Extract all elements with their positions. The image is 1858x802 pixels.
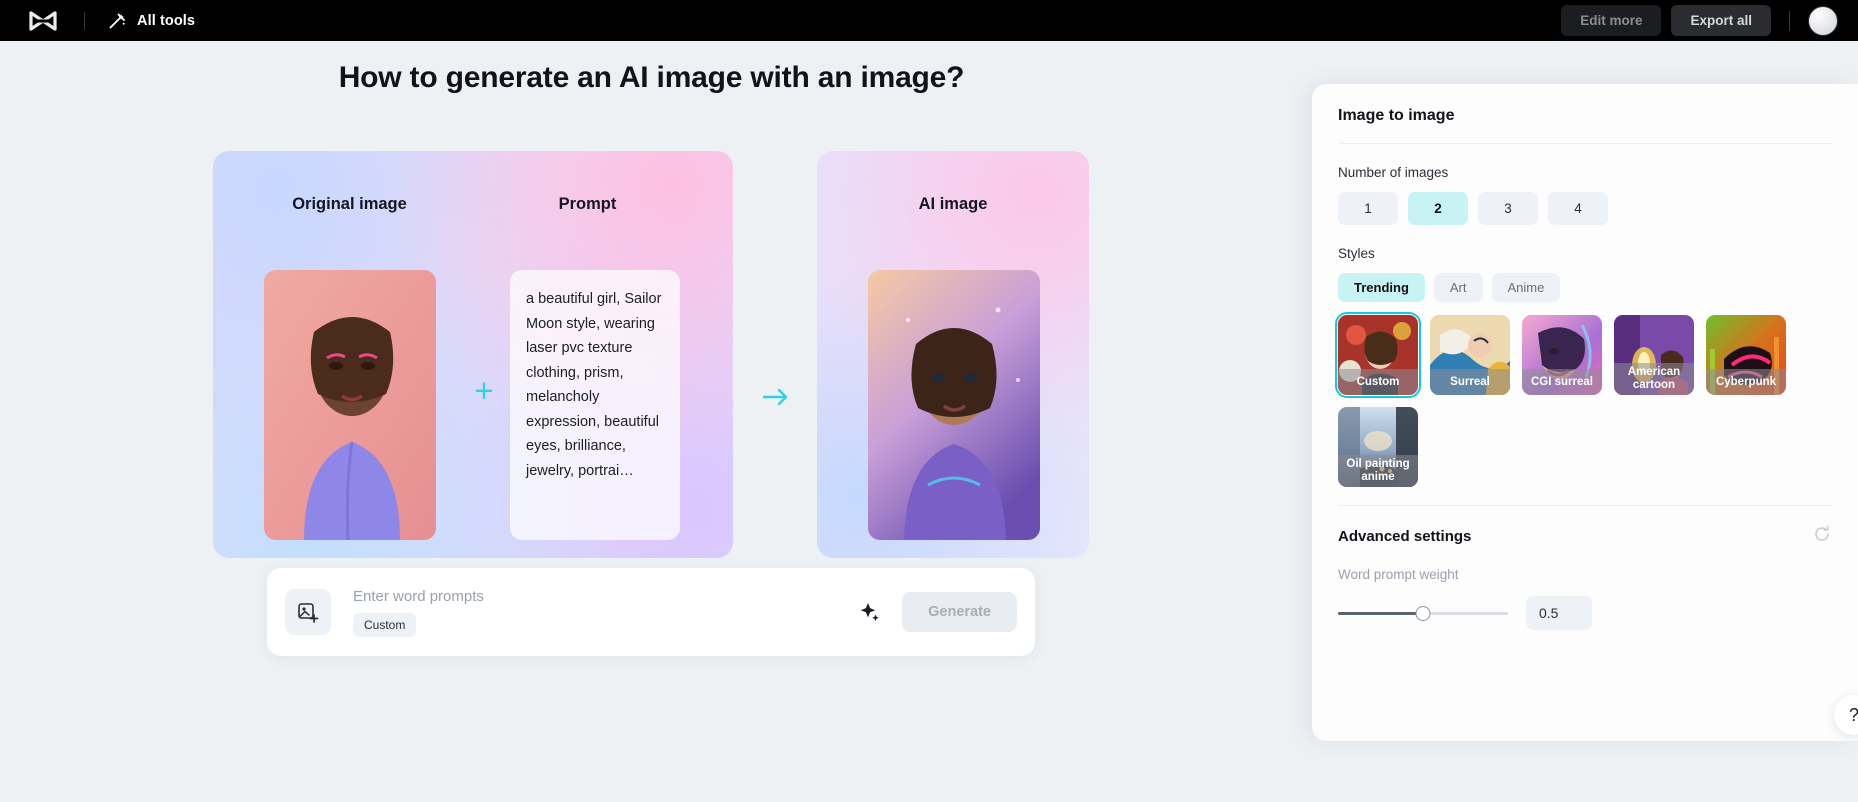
custom-style-chip[interactable]: Custom bbox=[353, 612, 417, 637]
ai-image bbox=[868, 270, 1040, 540]
advanced-settings-label: Advanced settings bbox=[1338, 528, 1472, 545]
capcut-logo-icon[interactable] bbox=[26, 9, 60, 33]
style-label: Surreal bbox=[1430, 369, 1510, 395]
panel-body: Number of images 1 2 3 4 Styles Trending… bbox=[1312, 165, 1858, 487]
page-body: How to generate an AI image with an imag… bbox=[0, 41, 1858, 802]
panel-divider bbox=[1338, 143, 1832, 144]
magic-wand-icon bbox=[107, 11, 127, 31]
generate-button[interactable]: Generate bbox=[902, 592, 1017, 632]
plus-icon: + bbox=[474, 372, 494, 409]
prompt-title: Prompt bbox=[558, 195, 617, 213]
top-bar: All tools Edit more Export all bbox=[0, 0, 1858, 41]
slider-fill bbox=[1338, 611, 1423, 615]
export-all-button[interactable]: Export all bbox=[1671, 5, 1771, 36]
all-tools-label: All tools bbox=[137, 12, 196, 29]
word-prompt-weight-value[interactable]: 0.5 bbox=[1526, 596, 1592, 630]
all-tools-button[interactable]: All tools bbox=[107, 11, 195, 31]
original-image bbox=[264, 270, 436, 540]
number-option-1[interactable]: 1 bbox=[1338, 192, 1398, 225]
image-to-image-panel: Image to image Number of images 1 2 3 4 … bbox=[1312, 84, 1858, 741]
prompt-input-area[interactable]: Enter word prompts Custom bbox=[331, 588, 850, 637]
style-label: American cartoon bbox=[1614, 363, 1694, 395]
style-card-cyberpunk[interactable]: Cyberpunk bbox=[1706, 315, 1786, 395]
advanced-settings-header: Advanced settings bbox=[1312, 506, 1858, 549]
ai-image-card: AI image bbox=[817, 151, 1089, 558]
top-bar-actions: Edit more Export all bbox=[1561, 5, 1844, 36]
tab-trending[interactable]: Trending bbox=[1338, 273, 1425, 302]
question-mark-icon[interactable]: ? bbox=[1834, 695, 1858, 735]
style-card-surreal[interactable]: Surreal bbox=[1430, 315, 1510, 395]
style-label: Oil painting anime bbox=[1338, 455, 1418, 487]
original-and-prompt-card: Original image Prompt + a beautiful girl… bbox=[213, 151, 733, 558]
word-prompt-weight-row: 0.5 bbox=[1312, 596, 1858, 630]
number-of-images-group: 1 2 3 4 bbox=[1338, 192, 1832, 225]
avatar[interactable] bbox=[1808, 5, 1838, 36]
prompt-bar: Enter word prompts Custom Generate bbox=[267, 568, 1035, 656]
slider-knob[interactable] bbox=[1415, 605, 1431, 621]
number-option-3[interactable]: 3 bbox=[1478, 192, 1538, 225]
style-tabs: Trending Art Anime bbox=[1338, 273, 1832, 302]
edit-more-button[interactable]: Edit more bbox=[1561, 5, 1662, 36]
styles-label: Styles bbox=[1338, 246, 1375, 261]
word-prompt-weight-label: Word prompt weight bbox=[1338, 567, 1459, 582]
style-card-oil-painting-anime[interactable]: Oil painting anime bbox=[1338, 407, 1418, 487]
style-label: CGI surreal bbox=[1522, 369, 1602, 395]
sparkle-icon[interactable] bbox=[850, 593, 888, 631]
add-image-icon[interactable] bbox=[285, 589, 331, 635]
style-card-custom[interactable]: Custom bbox=[1335, 312, 1421, 398]
style-grid: Custom Surreal CGI surreal American cart… bbox=[1335, 312, 1832, 487]
style-card-cgi-surreal[interactable]: CGI surreal bbox=[1522, 315, 1602, 395]
style-card-american-cartoon[interactable]: American cartoon bbox=[1614, 315, 1694, 395]
number-option-2[interactable]: 2 bbox=[1408, 192, 1468, 225]
panel-title: Image to image bbox=[1338, 107, 1455, 124]
style-label: Custom bbox=[1338, 369, 1418, 395]
prompt-text: a beautiful girl, Sailor Moon style, wea… bbox=[510, 270, 680, 540]
arrow-right-icon bbox=[756, 377, 796, 417]
tab-art[interactable]: Art bbox=[1433, 273, 1483, 302]
number-option-4[interactable]: 4 bbox=[1548, 192, 1608, 225]
tab-anime[interactable]: Anime bbox=[1491, 273, 1561, 302]
number-of-images-label: Number of images bbox=[1338, 165, 1449, 180]
page-title: How to generate an AI image with an imag… bbox=[338, 61, 965, 94]
prompt-input-placeholder: Enter word prompts bbox=[353, 587, 484, 605]
top-bar-divider bbox=[84, 11, 85, 30]
original-image-title: Original image bbox=[292, 195, 407, 213]
top-bar-divider-2 bbox=[1789, 10, 1790, 31]
style-label: Cyberpunk bbox=[1706, 369, 1786, 395]
word-prompt-weight-slider[interactable] bbox=[1338, 605, 1508, 621]
ai-image-title: AI image bbox=[918, 195, 988, 213]
reset-icon[interactable] bbox=[1812, 524, 1832, 549]
